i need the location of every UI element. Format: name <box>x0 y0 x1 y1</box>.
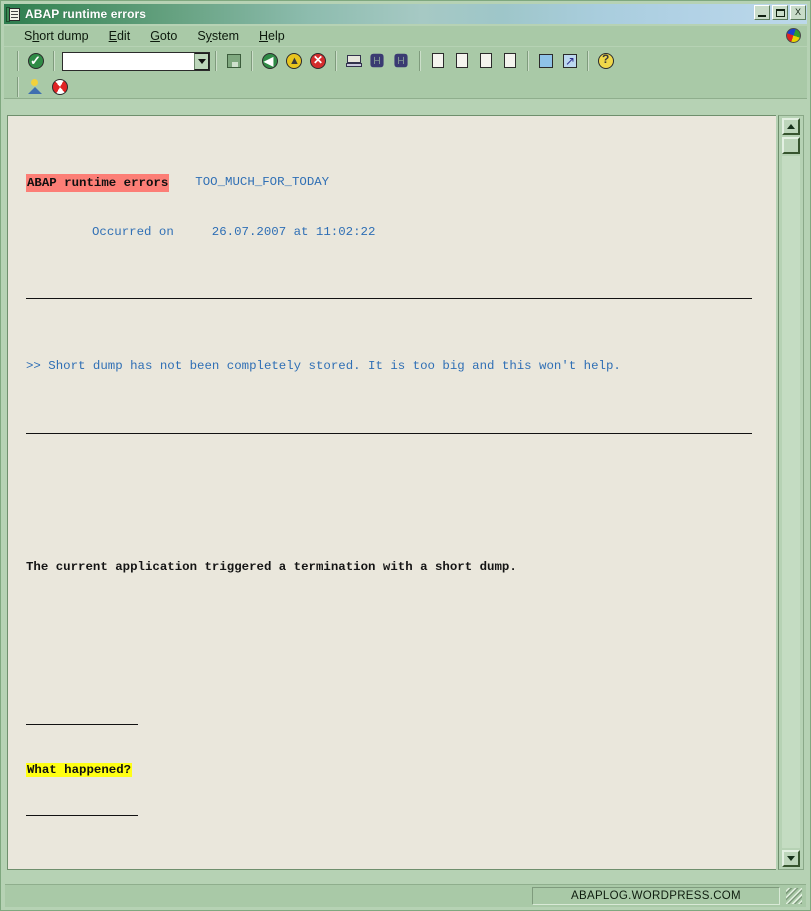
toolbar-separator <box>215 51 217 71</box>
last-page-icon[interactable] <box>498 50 522 72</box>
dump-error-code: TOO_MUCH_FOR_TODAY <box>195 175 330 189</box>
previous-page-icon[interactable] <box>450 50 474 72</box>
toolbar-separator <box>419 51 421 71</box>
short-dump-output: ABAP runtime errors TOO_MUCH_FOR_TODAY O… <box>7 115 776 870</box>
toolbar-separator <box>53 51 55 71</box>
intro-text: The current application triggered a term… <box>26 560 517 574</box>
maximize-button[interactable] <box>772 5 788 20</box>
red-ball-icon[interactable] <box>48 76 72 98</box>
save-icon[interactable] <box>222 50 246 72</box>
toolbar-separator <box>17 76 19 97</box>
divider <box>26 433 752 434</box>
toolbar-separator <box>17 51 19 71</box>
dump-header-row: ABAP runtime errors TOO_MUCH_FOR_TODAY <box>26 174 776 192</box>
document-area: ABAP runtime errors TOO_MUCH_FOR_TODAY O… <box>5 115 806 870</box>
statusbar: ABAPLOG.WORDPRESS.COM <box>5 885 806 907</box>
minimize-button[interactable] <box>754 5 770 20</box>
exit-icon[interactable]: ▲ <box>282 50 306 72</box>
window-title: ABAP runtime errors <box>25 7 147 21</box>
close-button[interactable]: X <box>790 5 806 20</box>
scrollbar-thumb[interactable] <box>782 137 800 154</box>
toolbar-separator <box>335 51 337 71</box>
divider <box>26 298 752 299</box>
first-page-icon[interactable] <box>426 50 450 72</box>
toolbar-separator <box>587 51 589 71</box>
status-text: ABAPLOG.WORDPRESS.COM <box>532 887 780 905</box>
cancel-icon[interactable]: ✕ <box>306 50 330 72</box>
storage-notice: >> Short dump has not been completely st… <box>26 359 621 373</box>
main-toolbar: ✓ ◀ ▲ ✕ 🅷 🅷 ↗ ? <box>4 47 807 75</box>
create-session-icon[interactable] <box>534 50 558 72</box>
toolbar-separator <box>251 51 253 71</box>
next-page-icon[interactable] <box>474 50 498 72</box>
picture-icon[interactable] <box>24 76 48 98</box>
menu-short-dump[interactable]: Short dump <box>14 29 99 43</box>
command-input[interactable] <box>63 53 194 69</box>
document-window-icon <box>6 6 21 22</box>
enter-check-icon[interactable]: ✓ <box>24 50 48 72</box>
print-icon[interactable] <box>342 50 366 72</box>
back-icon[interactable]: ◀ <box>258 50 282 72</box>
scroll-down-icon[interactable] <box>782 850 800 867</box>
window-titlebar: ABAP runtime errors X <box>4 4 807 24</box>
sap-logo-ball-icon <box>786 28 801 43</box>
sap-gui-window: ABAP runtime errors X Short dump Edit Go… <box>0 0 811 911</box>
dump-occurred-row: Occurred on 26.07.2007 at 11:02:22 <box>26 224 776 240</box>
occurred-timestamp: 26.07.2007 at 11:02:22 <box>211 225 376 239</box>
menu-help[interactable]: Help <box>249 29 295 43</box>
scroll-up-icon[interactable] <box>782 118 800 135</box>
chevron-down-icon[interactable] <box>194 52 209 70</box>
help-icon[interactable]: ? <box>594 50 618 72</box>
toolbar-separator <box>527 51 529 71</box>
section-heading-what-happened: What happened? <box>26 763 133 777</box>
menu-edit[interactable]: Edit <box>99 29 141 43</box>
menu-goto[interactable]: Goto <box>140 29 187 43</box>
resize-grip[interactable] <box>786 888 802 904</box>
occurred-label: Occurred on <box>92 225 174 239</box>
menu-system[interactable]: System <box>187 29 249 43</box>
application-toolbar <box>4 75 807 99</box>
command-field[interactable] <box>62 51 210 71</box>
section-rule-top <box>26 724 138 725</box>
find-next-icon[interactable]: 🅷 <box>390 50 414 72</box>
vertical-scrollbar[interactable] <box>778 115 804 870</box>
menubar: Short dump Edit Goto System Help <box>4 26 807 46</box>
new-window-icon[interactable]: ↗ <box>558 50 582 72</box>
scrollbar-track[interactable] <box>782 156 800 848</box>
window-controls: X <box>754 5 806 20</box>
dump-title: ABAP runtime errors <box>26 174 170 192</box>
section-rule-bottom <box>26 815 138 816</box>
find-icon[interactable]: 🅷 <box>366 50 390 72</box>
